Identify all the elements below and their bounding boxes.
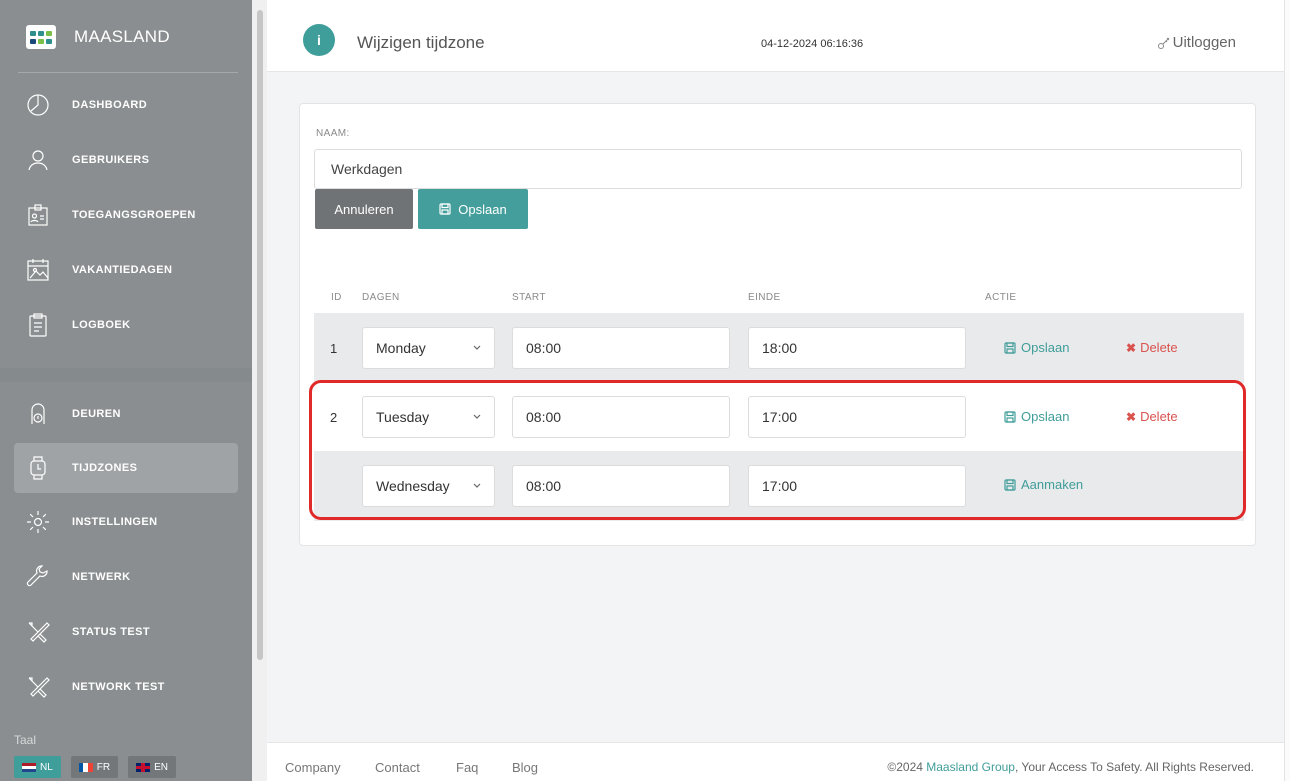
column-header-start: START bbox=[512, 292, 546, 303]
sidebar-item-label: GEBRUIKERS bbox=[72, 154, 150, 166]
clipboard-icon bbox=[29, 313, 47, 337]
language-code: NL bbox=[40, 761, 53, 773]
highlight-annotation bbox=[309, 380, 1246, 520]
column-header-dagen: DAGEN bbox=[362, 292, 400, 303]
gear-icon bbox=[27, 511, 49, 533]
sidebar-item-label: DEUREN bbox=[72, 408, 121, 420]
sidebar-item-status-test[interactable]: STATUS TEST bbox=[14, 607, 238, 657]
top-bar: i Wijzigen tijdzone 04-12-2024 06:16:36 … bbox=[267, 0, 1284, 72]
page-title: Wijzigen tijdzone bbox=[357, 33, 485, 52]
sidebar-item-label: TOEGANGSGROEPEN bbox=[72, 209, 196, 221]
user-icon bbox=[28, 150, 48, 171]
brand-divider bbox=[18, 72, 238, 73]
language-code: FR bbox=[96, 761, 111, 773]
row-delete-label: Delete bbox=[1140, 340, 1178, 355]
sidebar-item-netwerk[interactable]: NETWERK bbox=[14, 552, 238, 602]
row-id: 1 bbox=[330, 341, 338, 356]
end-time-input[interactable]: 18:00 bbox=[748, 327, 966, 369]
column-header-actie: ACTIE bbox=[985, 292, 1017, 303]
sidebar-item-deuren[interactable]: DEUREN bbox=[14, 389, 238, 439]
footer-link-blog[interactable]: Blog bbox=[512, 760, 538, 775]
row-save-button[interactable]: Opslaan bbox=[1004, 340, 1069, 355]
column-header-einde: EINDE bbox=[748, 292, 781, 303]
wrench-icon bbox=[26, 565, 48, 587]
sidebar-item-network-test[interactable]: NETWORK TEST bbox=[14, 662, 238, 712]
table-row: 1 Monday 08:00 18:00 Opslaan ✖ Delete bbox=[314, 313, 1244, 383]
sidebar-item-label: DASHBOARD bbox=[72, 99, 148, 111]
key-icon bbox=[1157, 37, 1169, 49]
id-card-icon bbox=[28, 204, 48, 226]
cancel-button[interactable]: Annuleren bbox=[315, 189, 413, 229]
footer-link-faq[interactable]: Faq bbox=[456, 760, 478, 775]
sidebar-item-instellingen[interactable]: INSTELLINGEN bbox=[14, 497, 238, 547]
dashboard-icon bbox=[27, 94, 49, 116]
day-select-value: Monday bbox=[376, 340, 426, 356]
naam-input[interactable] bbox=[314, 149, 1242, 189]
sidebar-item-logboek[interactable]: LOGBOEK bbox=[14, 300, 238, 350]
brand[interactable]: MAASLAND bbox=[0, 0, 252, 74]
watch-icon bbox=[30, 456, 46, 480]
tools-icon bbox=[28, 677, 50, 698]
sidebar-item-gebruikers[interactable]: GEBRUIKERS bbox=[14, 135, 238, 185]
footer: Company Contact Faq Blog ©2024 Maasland … bbox=[267, 742, 1284, 781]
floppy-disk-icon bbox=[439, 203, 451, 215]
right-edge bbox=[1284, 0, 1290, 781]
language-label: Taal bbox=[14, 733, 37, 747]
footer-link-company[interactable]: Company bbox=[285, 760, 341, 775]
language-switcher: NL FR EN bbox=[14, 756, 177, 778]
logout-link[interactable]: Uitloggen bbox=[1157, 34, 1236, 51]
maasland-logo-icon bbox=[26, 25, 56, 49]
sidebar-item-vakantiedagen[interactable]: VAKANTIEDAGEN bbox=[14, 245, 238, 295]
logout-label: Uitloggen bbox=[1172, 34, 1236, 51]
end-time-value: 18:00 bbox=[762, 340, 798, 356]
sidebar: MAASLAND DASHBOARD GEBRUIKERS TOEGANGSGR… bbox=[0, 0, 252, 781]
chevron-down-icon bbox=[473, 345, 481, 350]
france-flag-icon bbox=[78, 762, 93, 772]
netherlands-flag-icon bbox=[22, 762, 36, 772]
row-save-label: Opslaan bbox=[1021, 340, 1070, 355]
sidebar-item-tijdzones[interactable]: TIJDZONES bbox=[14, 443, 238, 493]
brand-name: MAASLAND bbox=[74, 27, 170, 46]
language-code: EN bbox=[154, 761, 169, 773]
save-button[interactable]: Opslaan bbox=[418, 189, 528, 229]
sidebar-item-label: TIJDZONES bbox=[72, 462, 138, 474]
sidebar-item-label: INSTELLINGEN bbox=[72, 516, 158, 528]
copyright-text: ©2024 Maasland Group, Your Access To Saf… bbox=[887, 760, 1254, 774]
copyright-prefix: ©2024 bbox=[887, 760, 927, 774]
info-icon: i bbox=[303, 24, 335, 56]
start-time-value: 08:00 bbox=[526, 340, 562, 356]
save-button-label: Opslaan bbox=[458, 201, 507, 217]
column-header-id: ID bbox=[331, 292, 342, 303]
sidebar-item-dashboard[interactable]: DASHBOARD bbox=[14, 80, 238, 130]
footer-link-contact[interactable]: Contact bbox=[375, 760, 420, 775]
row-delete-button[interactable]: ✖ Delete bbox=[1126, 340, 1178, 355]
sidebar-item-label: NETWERK bbox=[72, 571, 131, 583]
language-fr-button[interactable]: FR bbox=[70, 756, 119, 778]
calendar-photo-icon bbox=[27, 259, 49, 281]
sidebar-item-label: LOGBOEK bbox=[72, 319, 131, 331]
language-nl-button[interactable]: NL bbox=[14, 756, 61, 778]
uk-flag-icon bbox=[136, 762, 151, 772]
start-time-input[interactable]: 08:00 bbox=[512, 327, 730, 369]
datetime-display: 04-12-2024 06:16:36 bbox=[761, 38, 864, 50]
maasland-group-link[interactable]: Maasland Group bbox=[926, 760, 1015, 774]
sidebar-scrollbar-thumb[interactable] bbox=[257, 10, 263, 660]
language-en-button[interactable]: EN bbox=[128, 756, 177, 778]
door-lock-icon bbox=[31, 403, 45, 424]
sidebar-separator bbox=[0, 368, 252, 382]
naam-label: NAAM: bbox=[316, 128, 350, 139]
sidebar-item-toegangsgroepen[interactable]: TOEGANGSGROEPEN bbox=[14, 190, 238, 240]
cancel-button-label: Annuleren bbox=[334, 201, 394, 217]
tools-icon bbox=[28, 622, 50, 643]
day-select[interactable]: Monday bbox=[362, 327, 495, 369]
sidebar-item-label: VAKANTIEDAGEN bbox=[72, 264, 173, 276]
sidebar-item-label: NETWORK TEST bbox=[72, 681, 165, 693]
sidebar-item-label: STATUS TEST bbox=[72, 626, 150, 638]
copyright-suffix: , Your Access To Safety. All Rights Rese… bbox=[1014, 760, 1254, 774]
floppy-disk-icon bbox=[1004, 341, 1016, 354]
close-icon: ✖ bbox=[1126, 340, 1137, 355]
